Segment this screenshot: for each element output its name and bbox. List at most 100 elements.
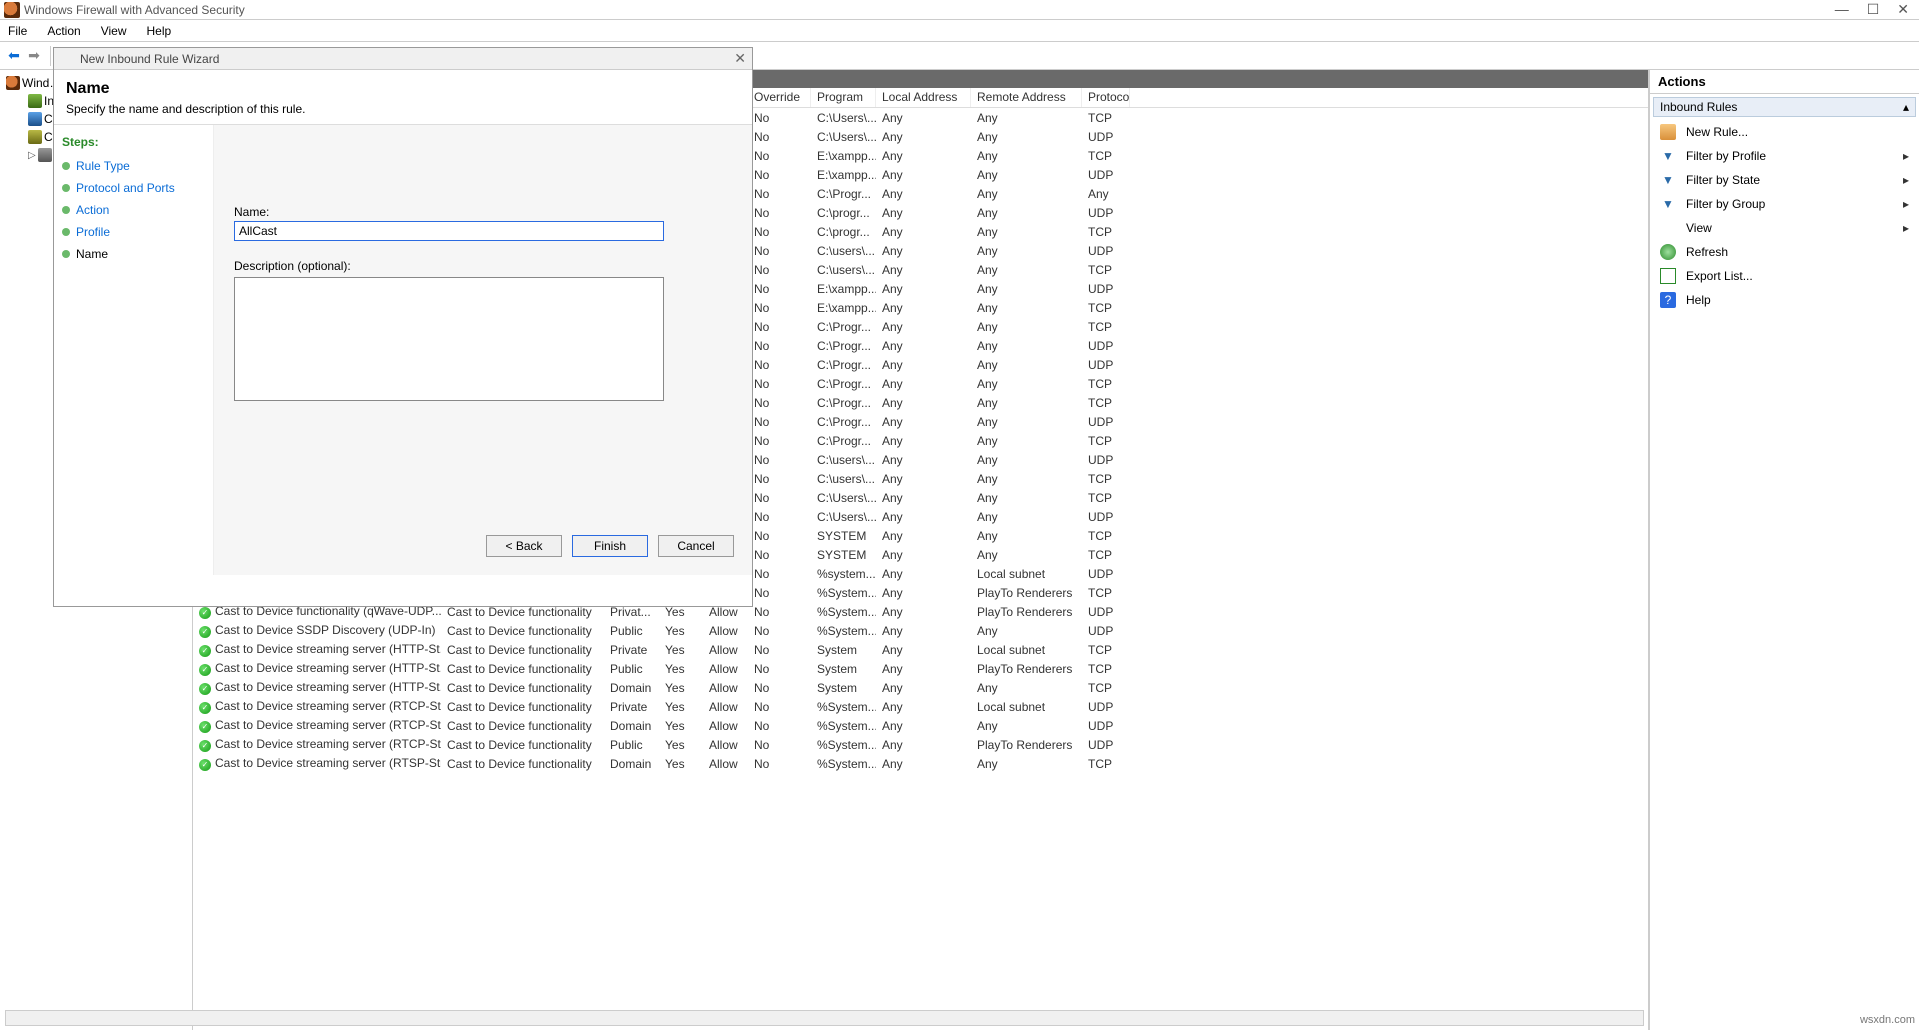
dialog-heading: Name [66,80,740,98]
rule-local-address-cell: Any [876,128,971,146]
steps-label: Steps: [62,135,205,149]
enabled-check-icon [199,626,211,638]
forward-icon[interactable]: ➡ [26,48,42,64]
rule-protocol-cell: UDP [1082,508,1130,526]
rule-remote-address-cell: Any [971,337,1082,355]
rule-override-cell: No [748,717,811,735]
rule-description-input[interactable] [234,277,664,401]
table-row[interactable]: Cast to Device streaming server (HTTP-St… [193,659,1648,678]
col-remote-address[interactable]: Remote Address [971,88,1082,107]
maximize-button[interactable]: ☐ [1867,1,1880,18]
table-row[interactable]: Cast to Device streaming server (RTCP-St… [193,716,1648,735]
expand-icon[interactable]: ▷ [28,150,36,161]
rule-profile-cell: Public [604,660,659,678]
rule-program-cell: System [811,679,876,697]
rule-local-address-cell: Any [876,185,971,203]
minimize-button[interactable]: — [1835,1,1849,18]
table-row[interactable]: Cast to Device streaming server (HTTP-St… [193,678,1648,697]
horizontal-scrollbar[interactable] [5,1010,1644,1026]
actions-section: Inbound Rules ▴ [1653,97,1916,117]
col-local-address[interactable]: Local Address [876,88,971,107]
rule-program-cell: E:\xampp... [811,166,876,184]
rule-override-cell: No [748,736,811,754]
rule-protocol-cell: UDP [1082,337,1130,355]
rule-override-cell: No [748,413,811,431]
rule-program-cell: C:\Progr... [811,394,876,412]
step-protocol-ports[interactable]: Protocol and Ports [62,177,205,199]
menu-help[interactable]: Help [147,24,172,38]
action-refresh[interactable]: Refresh [1650,240,1919,264]
rule-program-cell: C:\Progr... [811,337,876,355]
cancel-button[interactable]: Cancel [658,535,734,557]
back-icon[interactable]: ⬅ [6,48,22,64]
table-row[interactable]: Cast to Device streaming server (HTTP-St… [193,640,1648,659]
rule-protocol-cell: UDP [1082,622,1130,640]
table-row[interactable]: Cast to Device SSDP Discovery (UDP-In)Ca… [193,621,1648,640]
rule-override-cell: No [748,565,811,583]
table-row[interactable]: Cast to Device streaming server (RTSP-St… [193,754,1648,773]
menu-file[interactable]: File [8,24,27,38]
col-program[interactable]: Program [811,88,876,107]
rule-local-address-cell: Any [876,755,971,773]
rule-program-cell: %System... [811,603,876,621]
rule-enabled-cell: Yes [659,641,703,659]
action-view[interactable]: View ▸ [1650,216,1919,240]
rule-program-cell: C:\Progr... [811,432,876,450]
table-row[interactable]: Cast to Device streaming server (RTCP-St… [193,735,1648,754]
menu-action[interactable]: Action [47,24,80,38]
rule-protocol-cell: TCP [1082,147,1130,165]
rule-remote-address-cell: Any [971,223,1082,241]
collapse-icon[interactable]: ▴ [1903,100,1909,114]
rule-override-cell: No [748,223,811,241]
rule-protocol-cell: UDP [1082,166,1130,184]
rule-remote-address-cell: Local subnet [971,641,1082,659]
rule-override-cell: No [748,204,811,222]
rule-local-address-cell: Any [876,546,971,564]
dialog-titlebar[interactable]: New Inbound Rule Wizard ✕ [54,48,752,70]
rule-name-input[interactable] [234,221,664,241]
menu-view[interactable]: View [101,24,127,38]
rule-remote-address-cell: Any [971,242,1082,260]
outbound-icon [28,112,42,126]
rule-override-cell: No [748,261,811,279]
rule-protocol-cell: TCP [1082,432,1130,450]
table-row[interactable]: Cast to Device streaming server (RTCP-St… [193,697,1648,716]
step-profile[interactable]: Profile [62,221,205,243]
rule-protocol-cell: TCP [1082,375,1130,393]
back-button[interactable]: < Back [486,535,562,557]
action-help[interactable]: ? Help [1650,288,1919,312]
window-title: Windows Firewall with Advanced Security [24,3,1835,17]
action-filter-state[interactable]: ▼ Filter by State ▸ [1650,168,1919,192]
col-override[interactable]: Override [748,88,811,107]
rule-protocol-cell: TCP [1082,489,1130,507]
step-rule-type[interactable]: Rule Type [62,155,205,177]
rule-override-cell: No [748,546,811,564]
rule-program-cell: System [811,641,876,659]
rule-group-cell: Cast to Device functionality [441,641,604,659]
action-new-rule[interactable]: New Rule... [1650,120,1919,144]
rule-program-cell: %System... [811,698,876,716]
rule-local-address-cell: Any [876,337,971,355]
rule-protocol-cell: UDP [1082,736,1130,754]
col-protocol[interactable]: Protocol [1082,88,1130,107]
action-filter-profile[interactable]: ▼ Filter by Profile ▸ [1650,144,1919,168]
dialog-close-icon[interactable]: ✕ [734,50,746,67]
rule-group-cell: Cast to Device functionality [441,755,604,773]
refresh-icon [1660,244,1676,260]
step-action[interactable]: Action [62,199,205,221]
rule-remote-address-cell: Any [971,508,1082,526]
export-icon [1660,268,1676,284]
action-filter-group[interactable]: ▼ Filter by Group ▸ [1650,192,1919,216]
rule-local-address-cell: Any [876,356,971,374]
rule-program-cell: %System... [811,736,876,754]
rule-remote-address-cell: Any [971,394,1082,412]
rule-protocol-cell: UDP [1082,280,1130,298]
rule-local-address-cell: Any [876,584,971,602]
close-window-button[interactable]: ✕ [1897,1,1909,18]
action-export[interactable]: Export List... [1650,264,1919,288]
rule-protocol-cell: TCP [1082,223,1130,241]
rule-override-cell: No [748,432,811,450]
enabled-check-icon [199,664,211,676]
rule-action-cell: Allow [703,698,748,716]
finish-button[interactable]: Finish [572,535,648,557]
